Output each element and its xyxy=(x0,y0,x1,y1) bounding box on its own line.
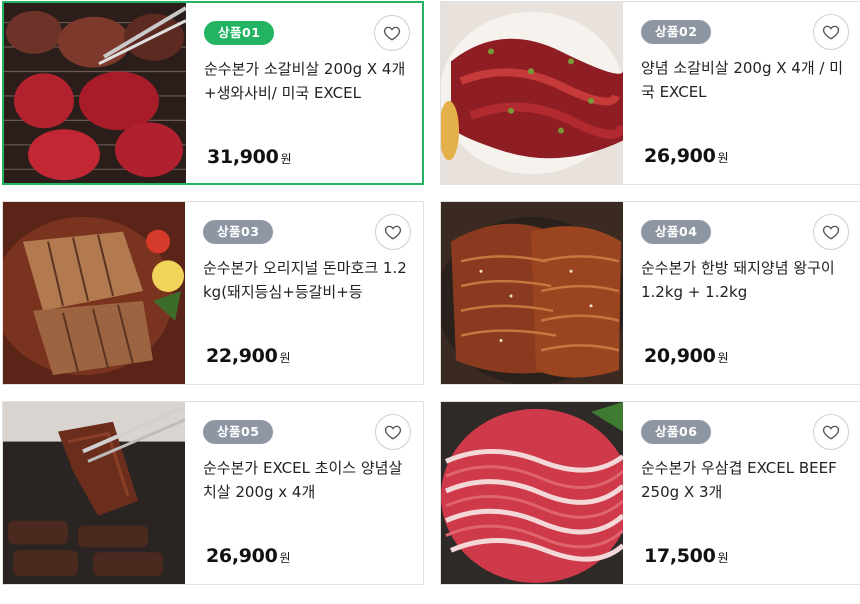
wishlist-button[interactable] xyxy=(813,414,849,450)
wishlist-button[interactable] xyxy=(374,15,410,51)
price-unit: 원 xyxy=(717,151,729,165)
price-amount: 20,900 xyxy=(644,345,716,367)
product-image-5[interactable] xyxy=(3,402,185,584)
price-unit: 원 xyxy=(717,551,729,565)
wishlist-button[interactable] xyxy=(375,214,411,250)
product-info-6: 상품06 순수본가 우삼겹 EXCEL BEEF 250g X 3개 17,50… xyxy=(641,402,860,584)
product-info-3: 상품03 순수본가 오리지널 돈마호크 1.2kg(돼지등심+등갈비+등 22,… xyxy=(203,202,423,384)
price-amount: 31,900 xyxy=(207,146,279,168)
product-title[interactable]: 양념 소갈비살 200g X 4개 / 미국 EXCEL xyxy=(641,56,851,104)
heart-outline-icon xyxy=(822,225,840,240)
product-title[interactable]: 순수본가 오리지널 돈마호크 1.2kg(돼지등심+등갈비+등 xyxy=(203,256,413,304)
product-image-4[interactable] xyxy=(441,202,623,384)
heart-outline-icon xyxy=(822,425,840,440)
product-badge: 상품04 xyxy=(641,220,712,244)
price-unit: 원 xyxy=(717,351,729,365)
wishlist-button[interactable] xyxy=(375,414,411,450)
product-card-3[interactable]: 상품03 순수본가 오리지널 돈마호크 1.2kg(돼지등심+등갈비+등 22,… xyxy=(2,201,424,385)
product-info-4: 상품04 순수본가 한방 돼지양념 왕구이 1.2kg + 1.2kg 20,9… xyxy=(641,202,860,384)
product-card-5[interactable]: 상품05 순수본가 EXCEL 초이스 양념살치살 200g x 4개 26,9… xyxy=(2,401,424,585)
product-image-2[interactable] xyxy=(441,2,623,184)
product-title[interactable]: 순수본가 한방 돼지양념 왕구이 1.2kg + 1.2kg xyxy=(641,256,851,304)
product-image-1[interactable] xyxy=(4,3,186,183)
price-amount: 17,500 xyxy=(644,545,716,567)
wishlist-button[interactable] xyxy=(813,14,849,50)
product-title[interactable]: 순수본가 소갈비살 200g X 4개+생와사비/ 미국 EXCEL xyxy=(204,57,414,105)
product-info-1: 상품01 순수본가 소갈비살 200g X 4개+생와사비/ 미국 EXCEL … xyxy=(204,3,422,183)
heart-outline-icon xyxy=(384,225,402,240)
product-price: 31,900 원 xyxy=(207,146,292,168)
product-price: 22,900 원 xyxy=(206,345,291,367)
price-unit: 원 xyxy=(279,551,291,565)
product-info-2: 상품02 양념 소갈비살 200g X 4개 / 미국 EXCEL 26,900… xyxy=(641,2,860,184)
price-amount: 26,900 xyxy=(206,545,278,567)
product-title[interactable]: 순수본가 EXCEL 초이스 양념살치살 200g x 4개 xyxy=(203,456,413,504)
product-grid: 상품01 순수본가 소갈비살 200g X 4개+생와사비/ 미국 EXCEL … xyxy=(0,0,860,604)
product-card-1[interactable]: 상품01 순수본가 소갈비살 200g X 4개+생와사비/ 미국 EXCEL … xyxy=(2,1,424,185)
product-info-5: 상품05 순수본가 EXCEL 초이스 양념살치살 200g x 4개 26,9… xyxy=(203,402,423,584)
heart-outline-icon xyxy=(384,425,402,440)
product-badge: 상품06 xyxy=(641,420,712,444)
price-amount: 22,900 xyxy=(206,345,278,367)
product-price: 17,500 원 xyxy=(644,545,729,567)
product-card-6[interactable]: 상품06 순수본가 우삼겹 EXCEL BEEF 250g X 3개 17,50… xyxy=(440,401,860,585)
product-image-6[interactable] xyxy=(441,402,623,584)
heart-outline-icon xyxy=(822,25,840,40)
product-image-3[interactable] xyxy=(3,202,185,384)
price-unit: 원 xyxy=(280,152,292,166)
product-price: 20,900 원 xyxy=(644,345,729,367)
product-badge: 상품03 xyxy=(203,220,274,244)
heart-outline-icon xyxy=(383,26,401,41)
price-unit: 원 xyxy=(279,351,291,365)
product-badge: 상품05 xyxy=(203,420,274,444)
product-card-2[interactable]: 상품02 양념 소갈비살 200g X 4개 / 미국 EXCEL 26,900… xyxy=(440,1,860,185)
wishlist-button[interactable] xyxy=(813,214,849,250)
product-card-4[interactable]: 상품04 순수본가 한방 돼지양념 왕구이 1.2kg + 1.2kg 20,9… xyxy=(440,201,860,385)
product-price: 26,900 원 xyxy=(644,145,729,167)
product-price: 26,900 원 xyxy=(206,545,291,567)
product-badge: 상품02 xyxy=(641,20,712,44)
product-badge: 상품01 xyxy=(204,21,275,45)
price-amount: 26,900 xyxy=(644,145,716,167)
product-title[interactable]: 순수본가 우삼겹 EXCEL BEEF 250g X 3개 xyxy=(641,456,851,504)
